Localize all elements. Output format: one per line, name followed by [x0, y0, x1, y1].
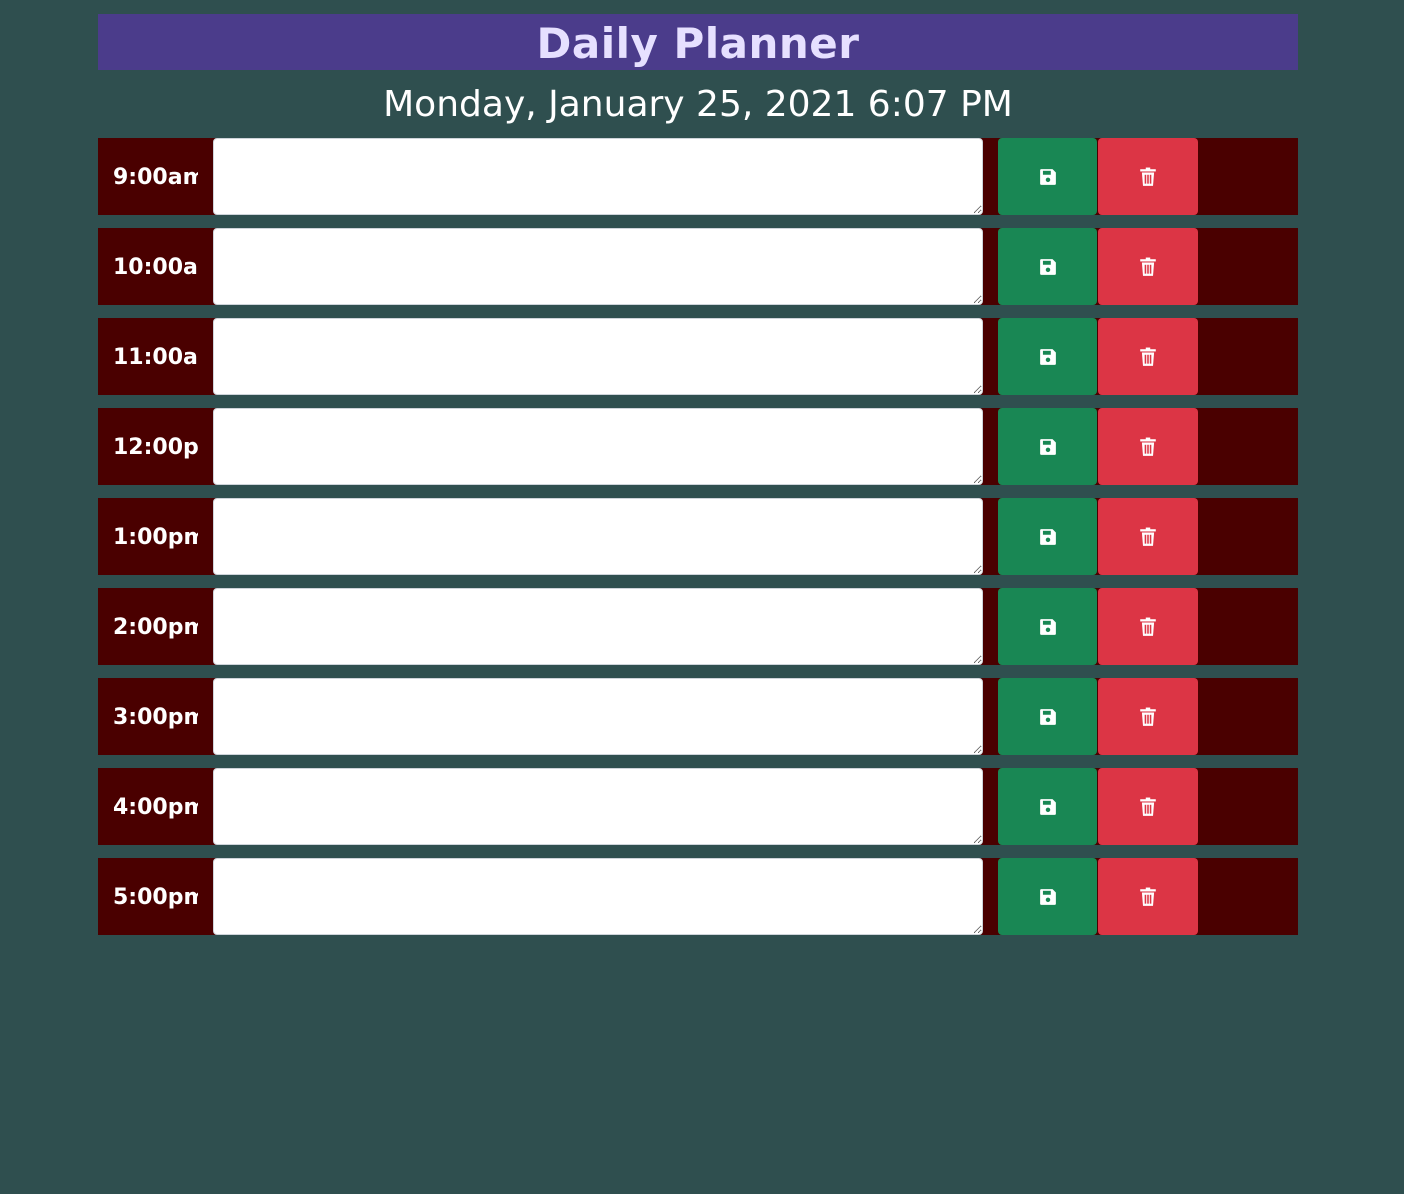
hour-label: 5:00pm [113, 885, 198, 910]
hour-label: 3:00pm [113, 705, 198, 730]
floppy-disk-icon [1038, 707, 1058, 727]
save-button[interactable] [998, 678, 1097, 755]
floppy-disk-icon [1038, 347, 1058, 367]
floppy-disk-icon [1038, 257, 1058, 277]
task-textarea[interactable] [213, 138, 983, 215]
save-button[interactable] [998, 228, 1097, 305]
floppy-disk-icon [1038, 617, 1058, 637]
delete-button[interactable] [1098, 138, 1198, 215]
hour-label: 12:00pm [113, 435, 198, 460]
trash-icon [1138, 617, 1158, 637]
hour-label: 1:00pm [113, 525, 198, 550]
trash-icon [1138, 347, 1158, 367]
task-textarea[interactable] [213, 408, 983, 485]
floppy-disk-icon [1038, 527, 1058, 547]
trash-icon [1138, 797, 1158, 817]
time-block-row: 1:00pm [98, 498, 1298, 575]
time-block-row: 4:00pm [98, 768, 1298, 845]
time-block-row: 9:00am [98, 138, 1298, 215]
delete-button[interactable] [1098, 498, 1198, 575]
time-block-row: 5:00pm [98, 858, 1298, 935]
hour-label: 9:00am [113, 165, 198, 190]
delete-button[interactable] [1098, 318, 1198, 395]
delete-button[interactable] [1098, 228, 1198, 305]
trash-icon [1138, 527, 1158, 547]
floppy-disk-icon [1038, 437, 1058, 457]
time-block-row: 11:00am [98, 318, 1298, 395]
delete-button[interactable] [1098, 768, 1198, 845]
task-textarea[interactable] [213, 228, 983, 305]
save-button[interactable] [998, 858, 1097, 935]
save-button[interactable] [998, 588, 1097, 665]
trash-icon [1138, 887, 1158, 907]
trash-icon [1138, 257, 1158, 277]
time-block-row: 12:00pm [98, 408, 1298, 485]
time-block-row: 10:00am [98, 228, 1298, 305]
save-button[interactable] [998, 768, 1097, 845]
delete-button[interactable] [1098, 408, 1198, 485]
task-textarea[interactable] [213, 678, 983, 755]
save-button[interactable] [998, 408, 1097, 485]
time-block-row: 2:00pm [98, 588, 1298, 665]
delete-button[interactable] [1098, 588, 1198, 665]
hour-label: 2:00pm [113, 615, 198, 640]
hour-label: 11:00am [113, 345, 198, 370]
delete-button[interactable] [1098, 858, 1198, 935]
page-title: Daily Planner [98, 14, 1298, 70]
planner-container: Daily Planner Monday, January 25, 2021 6… [98, 14, 1298, 948]
task-textarea[interactable] [213, 318, 983, 395]
task-textarea[interactable] [213, 588, 983, 665]
save-button[interactable] [998, 318, 1097, 395]
trash-icon [1138, 167, 1158, 187]
current-datetime: Monday, January 25, 2021 6:07 PM [383, 84, 1013, 125]
task-textarea[interactable] [213, 858, 983, 935]
save-button[interactable] [998, 498, 1097, 575]
delete-button[interactable] [1098, 678, 1198, 755]
save-button[interactable] [998, 138, 1097, 215]
time-block-list: 9:00am 10:00am [98, 138, 1298, 935]
task-textarea[interactable] [213, 498, 983, 575]
floppy-disk-icon [1038, 797, 1058, 817]
hour-label: 10:00am [113, 255, 198, 280]
hour-label: 4:00pm [113, 795, 198, 820]
trash-icon [1138, 437, 1158, 457]
floppy-disk-icon [1038, 887, 1058, 907]
task-textarea[interactable] [213, 768, 983, 845]
time-block-row: 3:00pm [98, 678, 1298, 755]
trash-icon [1138, 707, 1158, 727]
floppy-disk-icon [1038, 167, 1058, 187]
